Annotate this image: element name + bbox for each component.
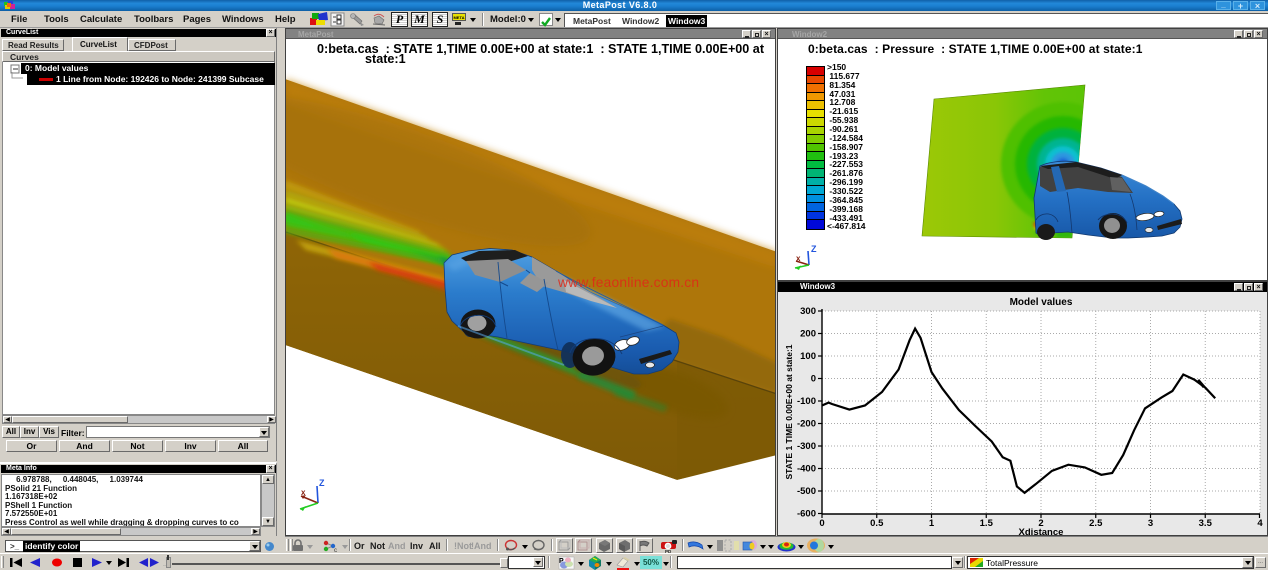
svg-text:100: 100: [800, 351, 816, 362]
svg-text:1.5: 1.5: [980, 518, 994, 529]
svg-text:200: 200: [800, 329, 816, 340]
svg-text:0.5: 0.5: [870, 518, 884, 529]
svg-text:Xdistance: Xdistance: [1019, 527, 1064, 536]
svg-text:c: c: [334, 548, 337, 552]
svg-text:-500: -500: [797, 486, 816, 497]
svg-text:P: P: [559, 558, 564, 565]
svg-text:x: x: [796, 254, 801, 263]
svg-text:www.feaonline.com.cn: www.feaonline.com.cn: [557, 275, 699, 290]
svg-text:0: 0: [811, 374, 816, 385]
svg-text:Model values: Model values: [1010, 297, 1073, 308]
svg-text:x: x: [301, 488, 306, 497]
svg-text:Z: Z: [319, 478, 325, 488]
svg-text:1: 1: [929, 518, 935, 529]
svg-text:0: 0: [819, 518, 824, 529]
svg-text:300: 300: [800, 306, 816, 317]
svg-text:3.5: 3.5: [1199, 518, 1213, 529]
svg-text:STATE 1 TIME 0.00E+00 at state: STATE 1 TIME 0.00E+00 at state:1: [784, 344, 794, 479]
svg-text:2.5: 2.5: [1089, 518, 1103, 529]
svg-text:-300: -300: [797, 441, 816, 452]
svg-text:4: 4: [1257, 518, 1263, 529]
svg-text:3: 3: [1148, 518, 1153, 529]
svg-text:-600: -600: [797, 509, 816, 520]
svg-text:-100: -100: [797, 396, 816, 407]
svg-text:-200: -200: [797, 419, 816, 430]
svg-text:-400: -400: [797, 464, 816, 475]
svg-text:Z: Z: [811, 244, 817, 254]
